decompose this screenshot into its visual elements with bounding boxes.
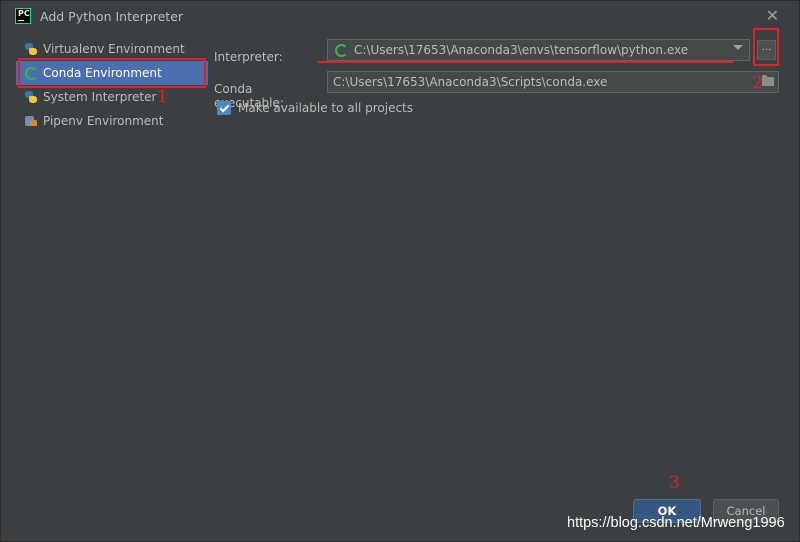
sidebar-item-label: Pipenv Environment — [43, 114, 164, 128]
conda-executable-path: C:\Users\17653\Anaconda3\Scripts\conda.e… — [333, 75, 608, 89]
annotation-number-1: 1 — [157, 87, 168, 107]
conda-executable-field[interactable]: C:\Users\17653\Anaconda3\Scripts\conda.e… — [327, 71, 779, 93]
interpreter-select[interactable]: C:\Users\17653\Anaconda3\envs\tensorflow… — [327, 39, 750, 61]
python-icon — [24, 90, 38, 104]
watermark-text: https://blog.csdn.net/Mrweng1996 — [567, 515, 785, 531]
interpreter-row: Interpreter: C:\Users\17653\Anaconda3\en… — [214, 39, 776, 64]
environment-type-list: Virtualenv Environment Conda Environment… — [16, 37, 208, 133]
sidebar-item-label: Virtualenv Environment — [43, 42, 185, 56]
close-button[interactable]: ✕ — [766, 6, 779, 25]
pycharm-logo-icon: PC — [15, 8, 31, 24]
conda-icon — [335, 43, 348, 57]
title-bar: PC Add Python Interpreter ✕ — [1, 1, 799, 31]
chevron-down-icon[interactable] — [733, 45, 743, 50]
annotation-number-3: 3 — [669, 473, 680, 493]
conda-icon — [25, 66, 38, 80]
make-available-label: Make available to all projects — [238, 101, 414, 115]
dialog-title: Add Python Interpreter — [40, 9, 184, 24]
sidebar-item-conda[interactable]: Conda Environment — [16, 61, 208, 85]
annotation-number-2: 2 — [752, 73, 763, 93]
annotation-underline-interpreter — [318, 61, 734, 63]
interpreter-label: Interpreter: — [214, 50, 283, 64]
sidebar-item-label: System Interpreter — [43, 90, 157, 104]
sidebar-item-label: Conda Environment — [43, 66, 162, 80]
browse-interpreter-button[interactable]: ... — [757, 40, 776, 60]
sidebar-item-virtualenv[interactable]: Virtualenv Environment — [16, 37, 208, 61]
make-available-row: Make available to all projects — [217, 101, 413, 115]
add-interpreter-dialog: PC Add Python Interpreter ✕ Virtualenv E… — [0, 0, 800, 542]
make-available-checkbox[interactable] — [217, 101, 231, 115]
interpreter-path: C:\Users\17653\Anaconda3\envs\tensorflow… — [354, 43, 689, 57]
sidebar-item-pipenv[interactable]: Pipenv Environment — [16, 109, 208, 133]
pipenv-icon — [24, 114, 38, 128]
folder-icon[interactable] — [762, 75, 774, 86]
python-icon — [24, 42, 38, 56]
sidebar-item-system[interactable]: System Interpreter — [16, 85, 208, 109]
